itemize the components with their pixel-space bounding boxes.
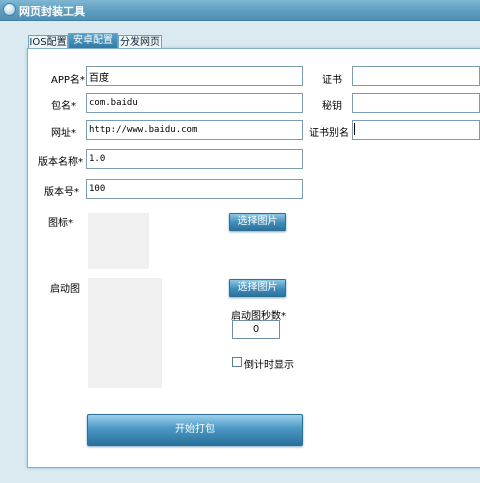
splash-label: 启动图 [50,284,80,295]
version-name-input[interactable] [86,149,303,169]
version-name-label: 版本名称* [38,157,83,168]
splash-seconds-input[interactable]: 0 [232,320,280,339]
certificate-input[interactable] [352,66,480,86]
cert-alias-label: 证书别名 [309,128,349,139]
app-name-input[interactable] [86,66,303,86]
cert-alias-input[interactable] [352,120,480,140]
package-input[interactable] [86,93,303,113]
countdown-checkbox[interactable] [232,357,242,367]
window-title: 网页封装工具 [19,5,85,18]
window-titlebar: 网页封装工具 [0,0,480,21]
splash-preview [88,278,162,388]
text-cursor [354,123,355,135]
countdown-label: 倒计时显示 [244,360,294,371]
secret-key-label: 秘钥 [322,101,342,112]
icon-label: 图标* [48,218,73,229]
start-packaging-button[interactable]: 开始打包 [87,414,303,446]
url-label: 网址* [51,128,76,139]
url-input[interactable] [86,120,303,140]
secret-key-input[interactable] [352,93,480,113]
app-name-label: APP名* [51,75,85,86]
select-splash-button[interactable]: 选择图片 [229,279,286,297]
tab-distribution-page[interactable]: 分发网页 [118,35,162,48]
icon-preview [88,213,149,269]
version-code-input[interactable] [86,179,303,199]
version-code-label: 版本号* [44,187,79,198]
package-label: 包名* [51,101,76,112]
app-icon [3,3,16,16]
select-icon-button[interactable]: 选择图片 [229,213,286,231]
tab-ios-config[interactable]: IOS配置 [28,35,68,48]
certificate-label: 证书 [322,75,342,86]
tab-android-config[interactable]: 安卓配置 [68,33,118,48]
